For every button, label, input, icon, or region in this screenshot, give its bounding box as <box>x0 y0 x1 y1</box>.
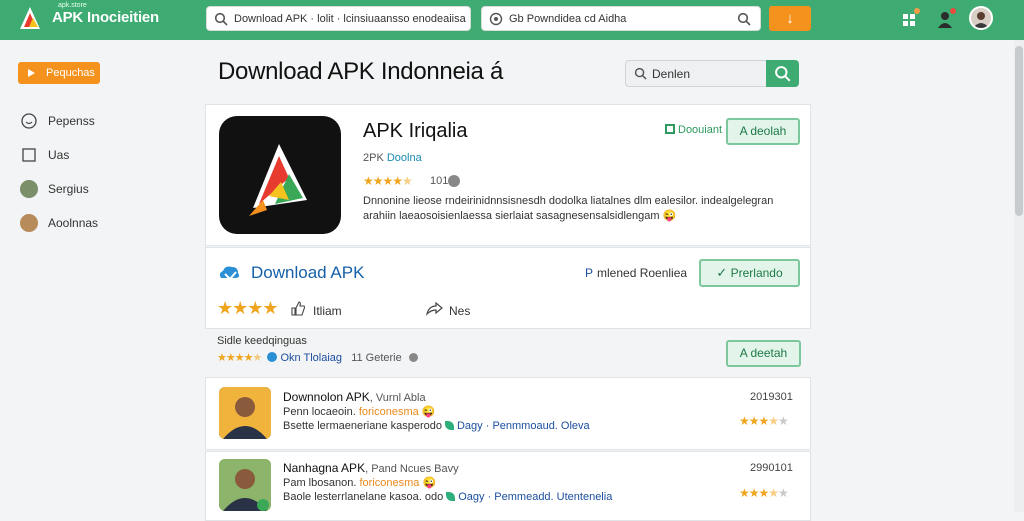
review-tags[interactable]: Oagy · Pemmeadd. Utentenelia <box>458 491 612 503</box>
brand-tagline: apk.store <box>58 2 87 9</box>
profile-photo-icon <box>973 12 989 28</box>
review-line: Penn locaeoin. foriconesma 😜 <box>283 405 436 418</box>
summary-label: Sidle keedqinguas <box>217 335 307 347</box>
square-icon <box>22 148 36 162</box>
person-photo-icon <box>219 459 271 511</box>
sidebar-item-label: Aoolnnas <box>48 216 99 230</box>
sidebar-item-label: Uas <box>48 148 70 162</box>
meta-text: mlened Roenliea <box>597 266 688 280</box>
top-navbar: apk.store APK Inocieitien ↓ <box>0 0 1024 40</box>
location-icon <box>267 352 278 362</box>
review-stars: ★★★★★ <box>739 486 789 500</box>
document-icon <box>665 124 675 134</box>
page-search-box[interactable] <box>625 60 799 87</box>
app-rating-count: 101 <box>430 175 449 187</box>
info-icon[interactable] <box>448 175 460 187</box>
app-logo-icon <box>249 144 307 216</box>
page-search-input[interactable] <box>652 65 762 83</box>
summary-stars: ★★★★★ <box>217 352 262 364</box>
emoji-icon: 😜 <box>421 406 436 418</box>
document-link[interactable]: Doouiant <box>665 124 722 136</box>
globe-icon <box>489 12 503 26</box>
review-text: Bsette lermaeneriane kasperodo <box>283 420 442 432</box>
search-icon <box>634 67 647 80</box>
reviewer-name: Nanhagna APK, Pand Ncues Bavy <box>283 461 459 475</box>
play-icon <box>28 69 35 77</box>
detail-button[interactable]: A deolah <box>726 118 800 145</box>
sidebar-primary-button[interactable]: Pequchas <box>18 62 100 84</box>
reviewer-name-extra: , Vurnl Abla <box>369 392 426 404</box>
reviewer-avatar[interactable] <box>219 459 271 511</box>
app-description: Dnnonine lieose rndeirinidnnsisnesdh dod… <box>363 195 774 222</box>
summary-detail-button[interactable]: A deetah <box>726 340 801 367</box>
avatar-icon <box>20 180 38 198</box>
review-line: Pam lbosanon. foriconesma 😜 <box>283 476 436 489</box>
like-label: Itliam <box>313 304 342 318</box>
profile-avatar[interactable] <box>969 6 993 30</box>
thumbs-up-icon[interactable] <box>290 300 306 316</box>
review-stars: ★★★★★ <box>739 414 789 428</box>
review-tags[interactable]: Dagy · Penmmoaud. Oleva <box>457 420 590 432</box>
download-action-button[interactable]: ↓ <box>769 6 811 31</box>
app-logo-icon[interactable] <box>16 3 46 33</box>
person-photo-icon <box>219 387 271 439</box>
app-icon[interactable] <box>219 116 341 234</box>
review-date: 2019301 <box>750 391 793 403</box>
download-rating-stars: ★★★★ <box>217 298 279 318</box>
info-icon[interactable] <box>408 353 418 362</box>
share-icon[interactable] <box>425 302 443 316</box>
reviewer-avatar[interactable] <box>219 387 271 439</box>
sidebar-item-label: Sergius <box>48 182 89 196</box>
leaf-icon <box>444 421 454 430</box>
cloud-download-icon[interactable] <box>217 264 241 282</box>
leaf-icon <box>446 492 456 501</box>
reviewer-name-extra: , Pand Ncues Bavy <box>365 463 459 475</box>
page-search-button[interactable] <box>766 60 799 87</box>
page-title: Download APK Indonneia á <box>218 58 504 85</box>
review-text: Baole lesterrlanelane kasoa. odo <box>283 491 444 503</box>
summary-count: 11 Geterie <box>351 352 402 364</box>
meta-prefix: P <box>585 266 594 280</box>
review-line: Baole lesterrlanelane kasoa. odo Oagy · P… <box>283 491 612 503</box>
notification-dot <box>914 8 920 14</box>
main-search-box[interactable] <box>206 6 471 31</box>
search-icon <box>214 12 228 26</box>
app-rating-stars: ★★★★★ <box>363 174 413 188</box>
sidebar-primary-label: Pequchas <box>46 67 95 79</box>
review-date: 2990101 <box>750 462 793 474</box>
download-button[interactable]: ✓ Prerlando <box>699 259 800 287</box>
alert-dot <box>950 8 956 14</box>
review-text: Penn locaeoin. <box>283 406 356 418</box>
summary-tag[interactable]: Okn Tlolaiag <box>280 352 342 364</box>
smile-icon <box>21 113 37 129</box>
scrollbar-thumb[interactable] <box>1015 46 1023 216</box>
secondary-search-box[interactable] <box>481 6 761 31</box>
sidebar-item-label: Pepenss <box>48 114 95 128</box>
download-meta: Pmlened Roenliea <box>585 266 687 280</box>
search-icon <box>775 66 791 82</box>
emoji-icon: 😜 <box>422 477 437 489</box>
review-highlight: foriconesma <box>359 477 420 489</box>
review-text: Pam lbosanon. <box>283 477 357 489</box>
developer-name[interactable]: Doolna <box>387 152 422 164</box>
main-search-input[interactable] <box>234 10 466 28</box>
brand-name[interactable]: APK Inocieitien <box>52 9 159 26</box>
download-button-label: Prerlando <box>730 266 783 280</box>
developer-prefix: 2PK <box>363 152 384 164</box>
reviewer-name-main[interactable]: Downnolon APK <box>283 390 370 404</box>
app-developer: 2PK Doolna <box>363 152 422 164</box>
search-icon[interactable] <box>737 12 751 26</box>
document-link-label: Doouiant <box>678 124 723 136</box>
check-icon: ✓ <box>716 265 728 280</box>
avatar-icon <box>20 214 38 232</box>
app-name: APK Iriqalia <box>363 120 468 142</box>
reviewer-name: Downnolon APK, Vurnl Abla <box>283 390 426 404</box>
review-line: Bsette lermaeneriane kasperodo Dagy · Pen… <box>283 420 590 432</box>
review-highlight: foriconesma <box>358 406 419 418</box>
share-label: Nes <box>449 304 471 318</box>
secondary-search-input[interactable] <box>509 10 729 28</box>
summary-meta: ★★★★★ Okn Tlolaiag 11 Geterie <box>217 351 418 364</box>
reviewer-name-main[interactable]: Nanhagna APK <box>283 461 365 475</box>
download-title[interactable]: Download APK <box>251 263 364 283</box>
